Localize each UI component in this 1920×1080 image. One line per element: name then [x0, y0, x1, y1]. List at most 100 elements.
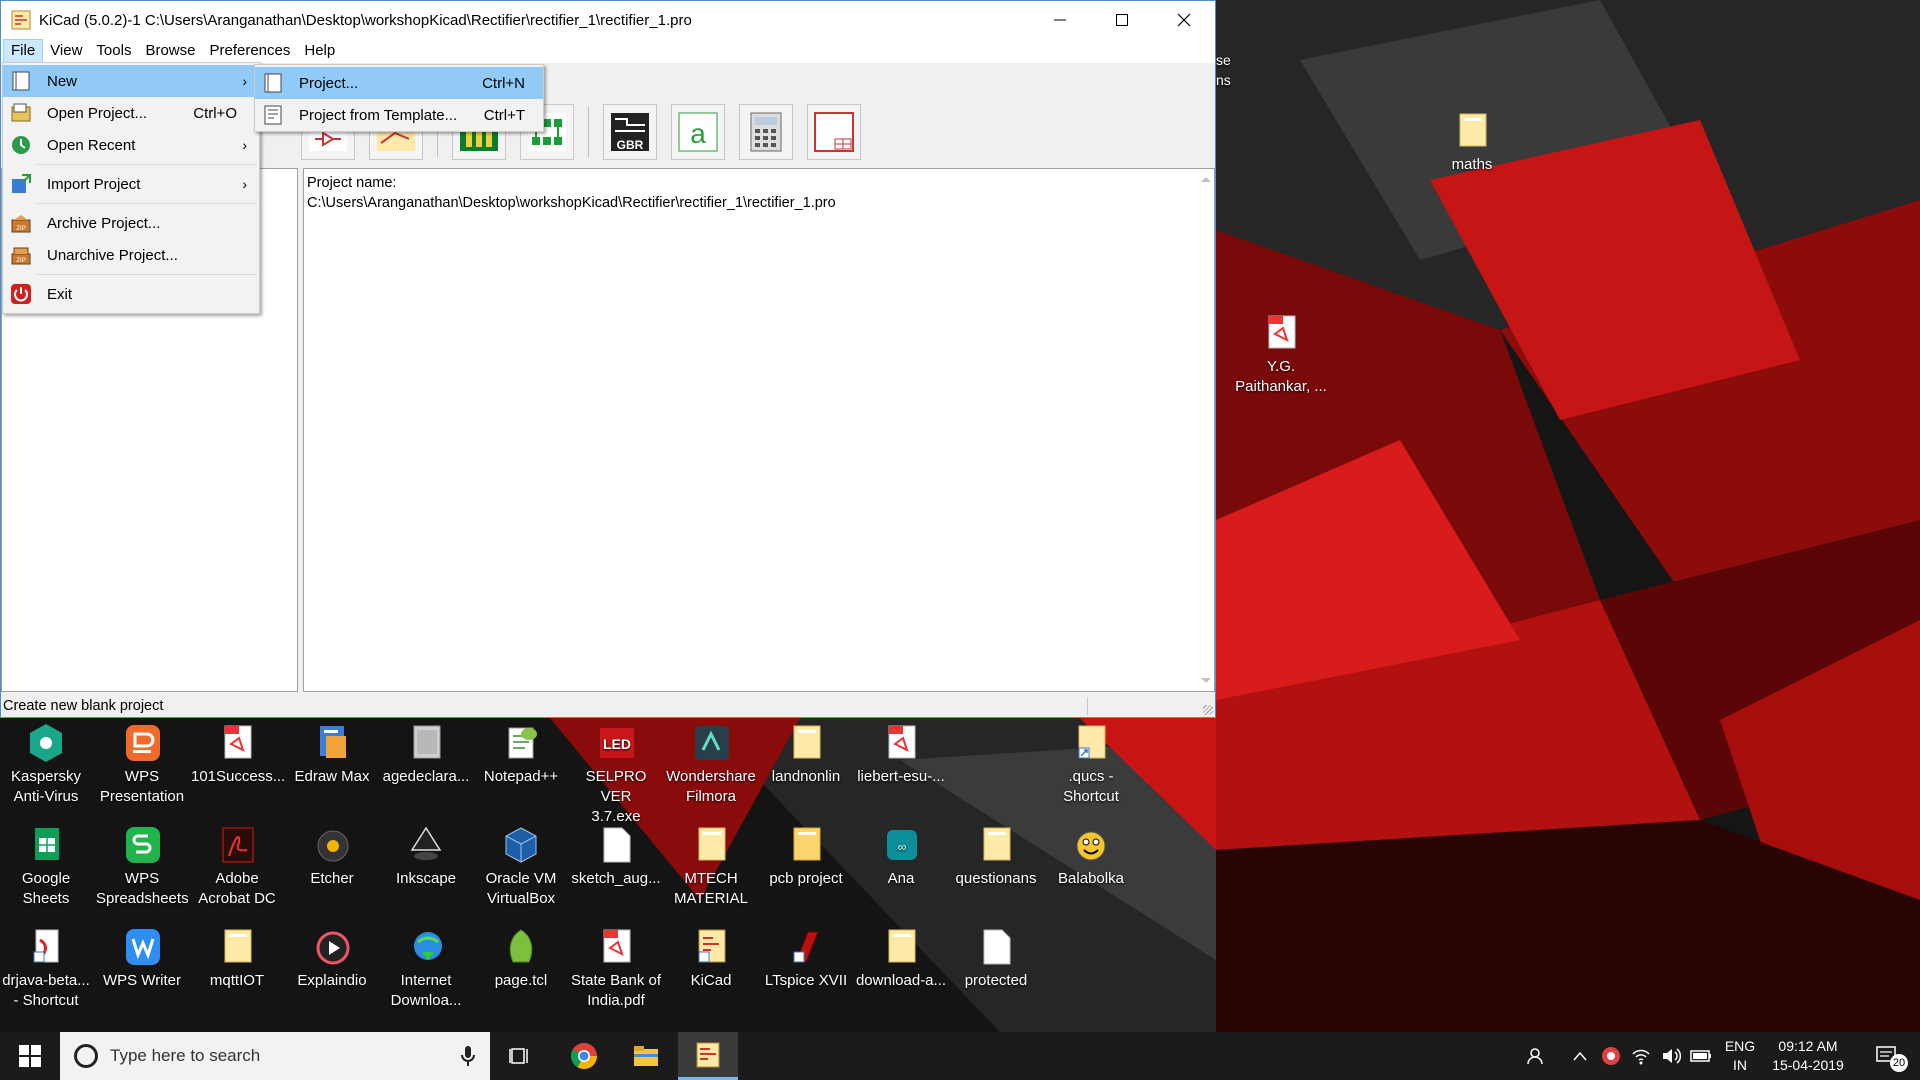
people-button[interactable] [1520, 1032, 1554, 1080]
desktop-icon-ana[interactable]: ∞ Ana [855, 824, 947, 889]
start-button[interactable] [0, 1032, 60, 1080]
desktop-icon-acrobat[interactable]: Adobe Acrobat DC [191, 824, 283, 909]
gerber-viewer-button[interactable]: GBR [603, 104, 657, 160]
desktop-icon-pcb-project[interactable]: pcb project [760, 824, 852, 889]
desktop-icon-protected[interactable]: protected [950, 926, 1042, 991]
maximize-button[interactable] [1091, 1, 1153, 39]
menu-file[interactable]: File [3, 39, 44, 63]
network-button[interactable] [1628, 1032, 1654, 1080]
menu-item-new[interactable]: New › [3, 65, 259, 97]
project-info-panel[interactable]: Project name: C:\Users\Aranganathan\Desk… [303, 168, 1215, 692]
menu-view[interactable]: View [43, 39, 89, 63]
new-submenu: Project... Ctrl+N Project from Template.… [254, 64, 544, 132]
folder-icon [217, 926, 257, 968]
window-titlebar[interactable]: KiCad (5.0.2)-1 C:\Users\Aranganathan\De… [1, 1, 1215, 39]
icon-label: landnonlin [771, 768, 841, 785]
icon-label: Oracle VM VirtualBox [485, 870, 557, 907]
desktop-icon-ltspice[interactable]: LTspice XVII [760, 926, 852, 991]
desktop-icon-etcher[interactable]: Etcher [286, 824, 378, 889]
task-view-button[interactable] [490, 1032, 550, 1080]
desktop-icon-notepadpp[interactable]: Notepad++ [475, 722, 567, 787]
desktop-icon-paithankar[interactable]: Y.G. Paithankar, ... [1235, 312, 1327, 397]
desktop-icon-google-sheets[interactable]: Google Sheets [0, 824, 92, 909]
desktop-icon-sbi-pdf[interactable]: State Bank of India.pdf [570, 926, 662, 1011]
bitmap-converter-button[interactable]: a [671, 104, 725, 160]
icon-label: Notepad++ [483, 768, 559, 785]
desktop-icon-edraw-max[interactable]: Edraw Max [286, 722, 378, 787]
clock[interactable]: 09:12 AM 15-04-2019 [1764, 1032, 1852, 1080]
vertical-scrollbar[interactable] [1197, 169, 1214, 691]
submenu-item-project[interactable]: Project... Ctrl+N [255, 67, 543, 99]
desktop-icon-mtech-material[interactable]: MTECH MATERIAL [665, 824, 757, 909]
desktop-icon-virtualbox[interactable]: Oracle VM VirtualBox [475, 824, 567, 909]
desktop-icon-drjava[interactable]: drjava-beta... - Shortcut [0, 926, 92, 1011]
desktop-icon-page-tcl[interactable]: page.tcl [475, 926, 567, 991]
desktop-icon-101success[interactable]: 101Success... [191, 722, 285, 787]
menu-item-archive-project[interactable]: ZIP Archive Project... [3, 207, 259, 239]
desktop-icon-selpro[interactable]: LED SELPRO VER 3.7.exe [570, 722, 662, 827]
shortcut-label: Ctrl+O [193, 104, 237, 122]
menu-tools[interactable]: Tools [89, 39, 138, 63]
action-center-button[interactable]: 20 [1864, 1032, 1914, 1080]
language-indicator[interactable]: ENG IN [1720, 1032, 1760, 1080]
battery-button[interactable] [1688, 1032, 1714, 1080]
desktop-icon-landnonlin[interactable]: landnonlin [760, 722, 852, 787]
ltspice-icon [786, 926, 826, 968]
clock-time: 09:12 AM [1778, 1038, 1838, 1054]
desktop-icon-balabolka[interactable]: Balabolka [1045, 824, 1137, 889]
desktop-icon-wps-presentation[interactable]: WPS Presentation [96, 722, 188, 807]
show-hidden-icons-button[interactable] [1566, 1032, 1594, 1080]
menu-item-import-project[interactable]: Import Project › [3, 168, 259, 200]
menu-item-exit[interactable]: Exit [3, 278, 259, 310]
menu-item-unarchive-project[interactable]: ZIP Unarchive Project... [3, 239, 259, 271]
desktop-icon-mqttiot[interactable]: mqttIOT [191, 926, 283, 991]
taskbar-search-box[interactable]: Type here to search [60, 1032, 490, 1080]
icon-label: sketch_aug... [571, 870, 661, 887]
chevron-right-icon: › [242, 176, 247, 192]
desktop-icon-kicad[interactable]: KiCad [665, 926, 757, 991]
pcb-calculator-button[interactable] [739, 104, 793, 160]
taskbar-chrome[interactable] [554, 1032, 614, 1080]
exit-power-icon [9, 282, 33, 306]
desktop-icon-liebert[interactable]: liebert-esu-... [855, 722, 947, 787]
desktop-icon-explaindio[interactable]: Explaindio [286, 926, 378, 991]
menu-item-open-project[interactable]: Open Project... Ctrl+O [3, 97, 259, 129]
icon-label: .qucs - Shortcut [1063, 768, 1119, 805]
desktop-icon-sketch[interactable]: sketch_aug... [570, 824, 662, 889]
tray-app-icon[interactable] [1598, 1032, 1624, 1080]
icon-label: Etcher [310, 870, 354, 887]
page-layout-editor-button[interactable] [807, 104, 861, 160]
window-title: KiCad (5.0.2)-1 C:\Users\Aranganathan\De… [39, 11, 692, 29]
desktop-icon-kaspersky[interactable]: Kaspersky Anti-Virus [0, 722, 92, 807]
close-button[interactable] [1153, 1, 1215, 39]
desktop-icon-idm[interactable]: Internet Downloa... [380, 926, 472, 1011]
menu-item-label: Archive Project... [47, 214, 161, 232]
project-path: C:\Users\Aranganathan\Desktop\workshopKi… [307, 195, 836, 211]
desktop-icon-download[interactable]: download-a... [855, 926, 947, 991]
desktop-icon-questionans[interactable]: questionans [950, 824, 1042, 889]
submenu-item-from-template[interactable]: Project from Template... Ctrl+T [255, 99, 543, 131]
menu-item-open-recent[interactable]: Open Recent › [3, 129, 259, 161]
desktop-icon-filmora[interactable]: Wondershare Filmora [665, 722, 757, 807]
desktop-icon-agedeclara[interactable]: agedeclara... [380, 722, 472, 787]
wifi-icon [1632, 1049, 1650, 1065]
menu-browse[interactable]: Browse [138, 39, 202, 63]
desktop-partial-label: se ns [1216, 50, 1231, 90]
volume-button[interactable] [1658, 1032, 1684, 1080]
statusbar: Create new blank project [1, 695, 1215, 717]
desktop-icon-qucs[interactable]: .qucs - Shortcut [1045, 722, 1137, 807]
scroll-down-arrow-icon[interactable] [1201, 678, 1211, 683]
taskbar-file-explorer[interactable] [616, 1032, 676, 1080]
resize-grip-icon[interactable] [1203, 705, 1213, 715]
taskbar-kicad[interactable] [678, 1032, 738, 1080]
microphone-icon[interactable] [460, 1044, 476, 1068]
desktop-icon-wps-writer[interactable]: WPS Writer [96, 926, 188, 991]
scroll-up-arrow-icon[interactable] [1201, 177, 1211, 182]
desktop-icon-maths[interactable]: maths [1426, 110, 1518, 175]
menu-preferences[interactable]: Preferences [202, 39, 297, 63]
icon-label: Explaindio [297, 972, 367, 989]
minimize-button[interactable] [1029, 1, 1091, 39]
menu-help[interactable]: Help [297, 39, 342, 63]
desktop-icon-inkscape[interactable]: Inkscape [380, 824, 472, 889]
desktop-icon-wps-spreadsheets[interactable]: WPS Spreadsheets [96, 824, 189, 909]
